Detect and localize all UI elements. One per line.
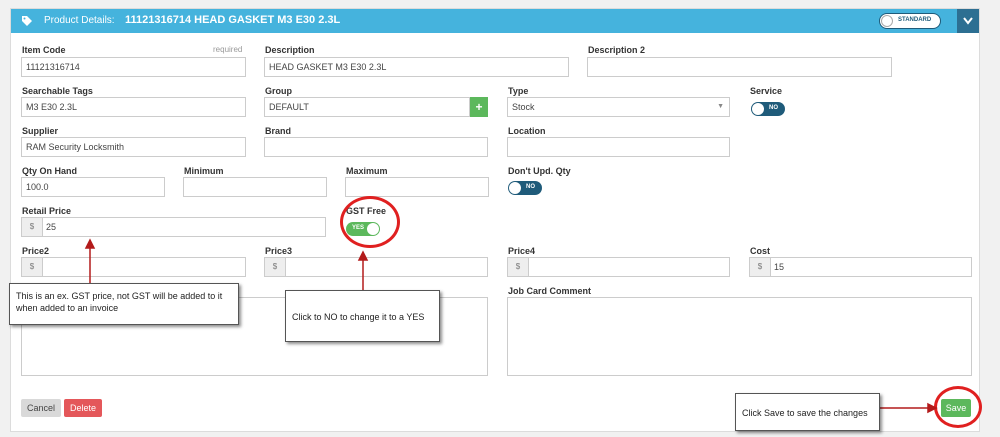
gst-free-callout: Click to NO to change it to a YES: [285, 290, 440, 342]
save-arrow-head: [927, 402, 938, 414]
retail-price-callout: This is an ex. GST price, not GST will b…: [9, 283, 239, 325]
gst-arrow-head: [357, 250, 369, 261]
annotation-arrows: [84, 238, 938, 414]
retail-arrow-head: [84, 238, 96, 249]
save-callout: Click Save to save the changes: [735, 393, 880, 431]
